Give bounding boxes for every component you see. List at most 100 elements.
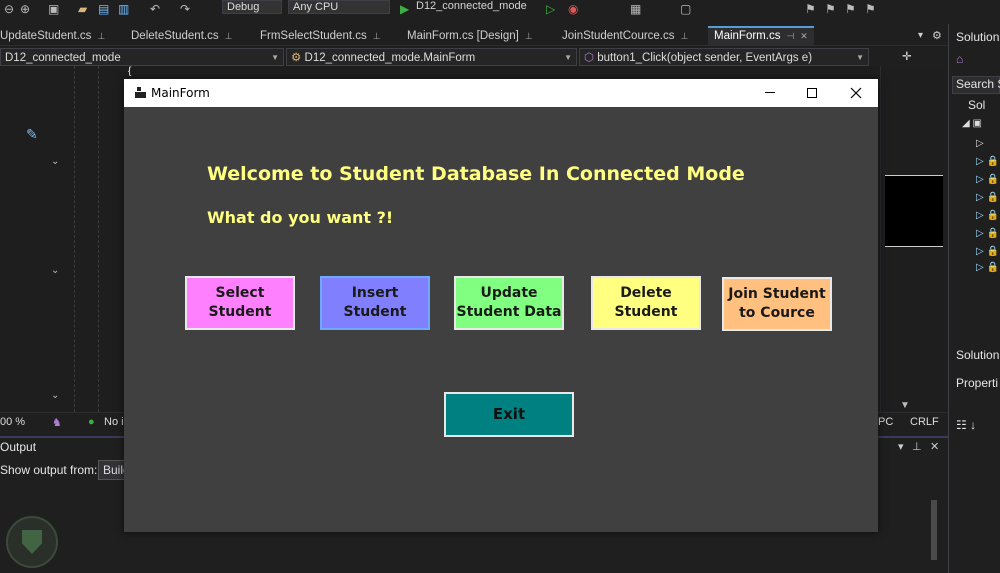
configuration-dropdown[interactable]: Debug [222, 0, 282, 14]
forward-icon[interactable]: ⊕ [20, 2, 30, 16]
delete-student-button[interactable]: Delete Student [591, 276, 701, 330]
member-value: button1_Click(object sender, EventArgs e… [597, 52, 813, 64]
dropdown-icon[interactable]: ▾ [898, 440, 904, 453]
insert-student-button[interactable]: Insert Student [320, 276, 430, 330]
bookmark-next-icon[interactable]: ⚑ [845, 2, 856, 16]
redo-icon[interactable]: ↷ [180, 2, 190, 16]
ide-toolbar: ⊖ ⊕ ▣ ▰ ▤ ▥ ↶ ↷ Debug Any CPU ▶ D12_conn… [0, 0, 1000, 24]
tab-mainform-cs[interactable]: MainForm.cs ⊣ ✕ [708, 26, 814, 46]
split-editor-icon[interactable]: ✛ [898, 48, 914, 66]
window-titlebar[interactable]: MainForm [124, 79, 878, 107]
tree-node[interactable]: ▷ 🔒 [976, 262, 999, 273]
indent-guide [74, 66, 75, 412]
collapse-chevron-icon[interactable]: ⌄ [51, 265, 59, 276]
tab-label: FrmSelectStudent.cs [260, 30, 367, 42]
join-student-to-cource-button[interactable]: Join Student to Cource [722, 277, 832, 331]
chevron-down-icon: ▼ [564, 53, 572, 62]
start-debug-icon[interactable]: ▶ [400, 2, 409, 16]
tab-label: UpdateStudent.cs [0, 30, 92, 42]
tab-frm-select-student[interactable]: FrmSelectStudent.cs ⊥ [260, 26, 381, 46]
output-panel-title: Output [0, 440, 37, 454]
window-title: MainForm [151, 86, 210, 100]
bookmark-icon[interactable]: ⚑ [805, 2, 816, 16]
project-node[interactable]: ◢ ▣ [962, 118, 982, 129]
save-icon[interactable]: ▤ [98, 2, 109, 16]
settings-icon[interactable]: ⚙ [932, 26, 942, 46]
line-ending-label[interactable]: CRLF [910, 416, 939, 428]
browser-link-icon[interactable]: ▦ [630, 2, 641, 16]
undo-icon[interactable]: ↶ [150, 2, 160, 16]
bookmark-clear-icon[interactable]: ⚑ [865, 2, 876, 16]
tree-node[interactable]: ▷ [976, 138, 984, 149]
hot-reload-icon[interactable]: ◉ [568, 2, 578, 16]
bookmark-prev-icon[interactable]: ⚑ [825, 2, 836, 16]
open-folder-icon[interactable]: ▰ [78, 2, 87, 16]
exit-button[interactable]: Exit [444, 392, 574, 437]
mainform-window: MainForm Welcome to Student Database In … [124, 79, 878, 532]
pin-icon[interactable]: ⊣ [786, 31, 794, 41]
tab-update-student[interactable]: UpdateStudent.cs ⊥ [0, 26, 105, 46]
close-icon[interactable]: ✕ [930, 440, 939, 453]
maximize-icon [807, 88, 817, 98]
minimize-button[interactable] [748, 79, 792, 107]
update-student-data-button[interactable]: Update Student Data [454, 276, 564, 330]
solution-search-input[interactable]: Search S [952, 76, 1000, 94]
class-dropdown[interactable]: ⚙ D12_connected_mode.MainForm ▼ [286, 48, 577, 66]
pin-icon[interactable]: ⊥ [912, 440, 922, 453]
chevron-down-icon: ▼ [856, 53, 864, 62]
solution-root[interactable]: Sol [968, 98, 985, 112]
pin-icon[interactable]: ⊥ [373, 31, 381, 41]
collapse-chevron-icon[interactable]: ⌄ [51, 390, 59, 401]
close-button[interactable] [834, 79, 878, 107]
tab-join-student-cource[interactable]: JoinStudentCource.cs ⊥ [562, 26, 688, 46]
pin-icon[interactable]: ⊥ [225, 31, 233, 41]
close-tab-icon[interactable]: ✕ [800, 31, 808, 41]
collapse-chevron-icon[interactable]: ⌄ [51, 156, 59, 167]
chevron-down-icon: ▼ [271, 53, 279, 62]
zoom-level[interactable]: 00 % [0, 416, 25, 428]
shield-icon [22, 530, 42, 554]
tab-overflow-icon[interactable]: ▾ [918, 26, 923, 46]
pin-icon[interactable]: ⊥ [525, 31, 533, 41]
pin-icon[interactable]: ⊥ [97, 31, 105, 41]
encoding-label[interactable]: PC [878, 416, 893, 428]
tab-mainform-design[interactable]: MainForm.cs [Design] ⊥ [407, 26, 533, 46]
check-icon: ● [88, 416, 95, 428]
tree-node[interactable]: ▷ 🔒 [976, 192, 999, 203]
new-item-icon[interactable]: ▣ [48, 2, 59, 16]
tab-delete-student[interactable]: DeleteStudent.cs ⊥ [131, 26, 232, 46]
toolbar-icon[interactable]: ▢ [680, 2, 691, 16]
tab-label: DeleteStudent.cs [131, 30, 219, 42]
issues-text[interactable]: No i [104, 416, 124, 428]
class-value: D12_connected_mode.MainForm [304, 52, 476, 64]
start-without-debug-icon[interactable]: ▷ [546, 2, 555, 16]
screwdriver-icon: ✎ [26, 126, 38, 142]
code-brace: { [128, 66, 132, 77]
select-student-button[interactable]: Select Student [185, 276, 295, 330]
back-icon[interactable]: ⊖ [4, 2, 14, 16]
tab-label: MainForm.cs [Design] [407, 30, 519, 42]
tree-node[interactable]: ▷ 🔒 [976, 174, 999, 185]
member-dropdown[interactable]: ⬡ button1_Click(object sender, EventArgs… [579, 48, 869, 66]
tree-node[interactable]: ▷ 🔒 [976, 210, 999, 221]
solution-explorer-tab[interactable]: Solution [956, 348, 999, 362]
show-output-label: Show output from: [0, 463, 98, 477]
properties-panel-title: Properti [956, 376, 999, 390]
platform-dropdown[interactable]: Any CPU [288, 0, 390, 14]
minimap-viewport[interactable] [885, 175, 943, 247]
home-icon[interactable]: ⌂ [956, 52, 963, 66]
tree-node[interactable]: ▷ 🔒 [976, 246, 999, 257]
output-scroll-thumb[interactable] [931, 500, 937, 560]
tree-node[interactable]: ▷ 🔒 [976, 156, 999, 167]
method-icon: ⬡ [584, 52, 598, 64]
startup-project-label[interactable]: D12_connected_mode [416, 0, 527, 14]
copilot-icon[interactable]: ♞ [52, 416, 62, 429]
project-dropdown[interactable]: D12_connected_mode ▼ [0, 48, 284, 66]
scroll-down-icon[interactable]: ▼ [900, 400, 910, 411]
save-all-icon[interactable]: ▥ [118, 2, 129, 16]
tree-node[interactable]: ▷ 🔒 [976, 228, 999, 239]
categorized-icon[interactable]: ☷ ↓ [956, 418, 976, 432]
pin-icon[interactable]: ⊥ [681, 31, 689, 41]
maximize-button[interactable] [790, 79, 834, 107]
class-icon: ⚙ [291, 52, 305, 64]
